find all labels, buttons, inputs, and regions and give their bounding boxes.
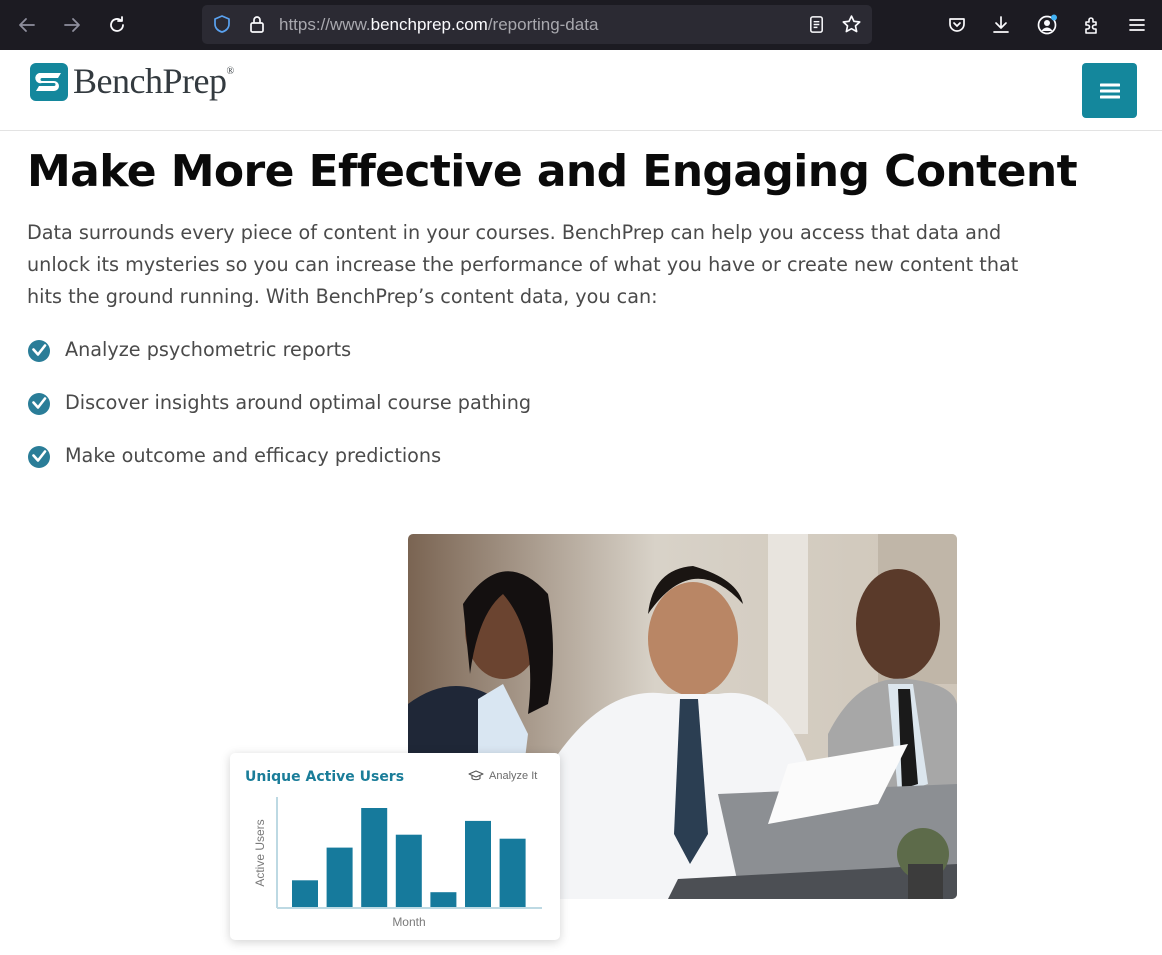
- bookmark-star-icon[interactable]: [841, 14, 862, 35]
- lock-icon[interactable]: [247, 14, 267, 34]
- chart-bar: [499, 838, 526, 907]
- back-arrow-icon: [19, 18, 35, 32]
- list-item-text: Analyze psychometric reports: [65, 338, 352, 361]
- active-users-card: Unique Active Users Analyze It Active Us…: [230, 753, 560, 940]
- reload-button[interactable]: [101, 10, 133, 40]
- list-item: Discover insights around optimal course …: [27, 388, 531, 441]
- feature-list: Analyze psychometric reports Discover in…: [27, 335, 531, 494]
- downloads-button[interactable]: [986, 10, 1016, 40]
- reader-view-icon[interactable]: [807, 15, 826, 34]
- reload-icon: [110, 16, 124, 32]
- list-item-text: Discover insights around optimal course …: [65, 391, 532, 414]
- site-header: BenchPrep®: [0, 50, 1162, 131]
- chart-bar: [361, 808, 388, 907]
- logo-wordmark: BenchPrep®: [73, 60, 234, 102]
- browser-toolbar: https://www.benchprep.com/reporting-data: [0, 0, 1162, 50]
- account-button[interactable]: [1032, 10, 1062, 40]
- account-icon: [1037, 14, 1057, 35]
- check-badge-icon: [28, 340, 50, 362]
- list-item-text: Make outcome and efficacy predictions: [65, 444, 442, 467]
- active-users-bar-chart: Active Users Month: [253, 797, 542, 929]
- chart-bar: [326, 847, 353, 907]
- list-item: Make outcome and efficacy predictions: [27, 441, 531, 494]
- logo-registered-mark: ®: [226, 66, 234, 77]
- pocket-icon: [949, 18, 965, 32]
- check-badge-icon: [28, 446, 50, 468]
- url-prefix: https://www.: [279, 15, 371, 34]
- hamburger-menu-icon: [1099, 83, 1120, 98]
- bar-series: [292, 808, 526, 907]
- forward-button[interactable]: [56, 10, 88, 40]
- chart-bar: [465, 820, 491, 907]
- check-badge-icon: [28, 393, 50, 415]
- pocket-button[interactable]: [942, 10, 972, 40]
- logo-text: BenchPrep: [73, 61, 227, 101]
- chart-bar: [395, 834, 422, 907]
- extensions-button[interactable]: [1077, 10, 1107, 40]
- intro-paragraph: Data surrounds every piece of content in…: [27, 221, 1019, 308]
- url-path: /reporting-data: [487, 15, 599, 34]
- forward-arrow-icon: [64, 18, 80, 32]
- chart-bar: [430, 892, 457, 907]
- url-host: benchprep.com: [370, 15, 488, 34]
- shield-icon[interactable]: [212, 14, 232, 34]
- app-menu-button[interactable]: [1122, 10, 1152, 40]
- site-menu-button[interactable]: [1082, 63, 1137, 118]
- puzzle-icon: [1085, 17, 1097, 34]
- chart-bar: [292, 880, 318, 907]
- hamburger-icon: [1129, 19, 1145, 31]
- url-text[interactable]: https://www.benchprep.com/reporting-data: [279, 15, 598, 35]
- page-title: Make More Effective and Engaging Content: [27, 146, 1078, 197]
- download-icon: [993, 16, 1009, 33]
- list-item: Analyze psychometric reports: [27, 335, 531, 388]
- address-bar[interactable]: https://www.benchprep.com/reporting-data: [202, 5, 872, 44]
- x-axis-label: Month: [392, 915, 425, 929]
- y-axis-label: Active Users: [253, 819, 267, 886]
- benchprep-logo-icon: [30, 63, 68, 101]
- back-button[interactable]: [11, 10, 43, 40]
